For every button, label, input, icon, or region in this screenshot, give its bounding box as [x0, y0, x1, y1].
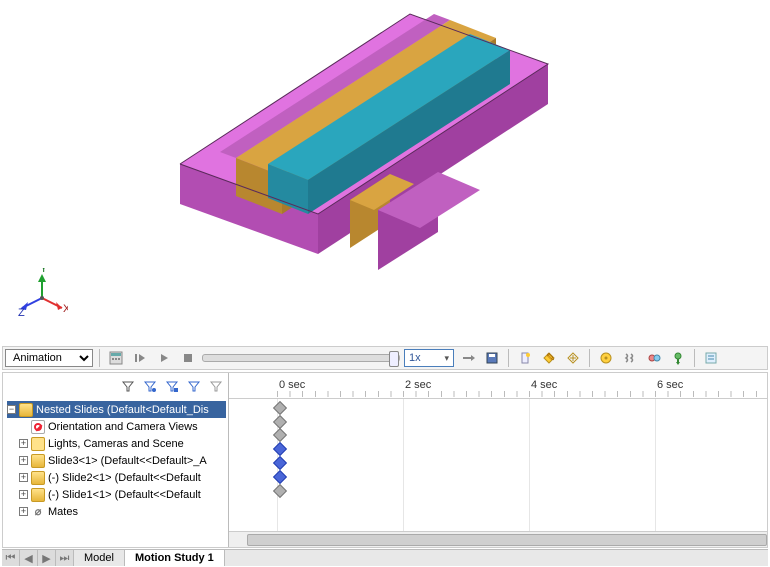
animation-wizard-button[interactable] — [515, 349, 535, 367]
tab-motion-study-1[interactable]: Motion Study 1 — [125, 550, 225, 566]
view-orientation-triad: X Y Z — [18, 268, 68, 321]
expand-icon[interactable]: + — [19, 456, 28, 465]
autokey-button[interactable]: ✎ — [539, 349, 559, 367]
expand-icon[interactable]: + — [19, 473, 28, 482]
assembly-icon — [19, 403, 33, 417]
ruler-tick-label: 2 sec — [405, 379, 431, 391]
calculate-button[interactable] — [106, 349, 126, 367]
time-slider[interactable] — [202, 354, 400, 362]
playback-speed-select[interactable]: 1x — [404, 349, 454, 367]
tree-label: Mates — [48, 506, 226, 518]
tree-lights-cameras[interactable]: + Lights, Cameras and Scene — [7, 435, 226, 452]
tree-slide3[interactable]: + Slide3<1> (Default<<Default>_A — [7, 452, 226, 469]
motion-feature-tree[interactable]: − Nested Slides (Default<Default_Dis Ori… — [3, 399, 228, 547]
keyframe-icon[interactable] — [273, 456, 287, 470]
spring-button[interactable] — [620, 349, 640, 367]
timeline-scrollbar[interactable] — [229, 531, 767, 547]
filter-icon[interactable] — [119, 377, 137, 395]
ruler-tick-label: 0 sec — [279, 379, 305, 391]
motion-toolbar: Animation 1x ✎ — [2, 346, 768, 370]
expand-icon[interactable]: + — [19, 507, 28, 516]
play-from-start-button[interactable] — [130, 349, 150, 367]
filter-animated-icon[interactable] — [141, 377, 159, 395]
motor-button[interactable] — [596, 349, 616, 367]
svg-text:Z: Z — [18, 307, 25, 318]
tree-orientation-views[interactable]: Orientation and Camera Views — [7, 418, 226, 435]
time-ruler[interactable]: 0 sec 2 sec 4 sec 6 sec — [229, 373, 767, 399]
tree-slide1[interactable]: + (-) Slide1<1> (Default<<Default — [7, 486, 226, 503]
save-animation-button[interactable] — [482, 349, 502, 367]
expand-icon[interactable]: + — [19, 439, 28, 448]
part-icon — [31, 488, 45, 502]
model-3d-view[interactable] — [150, 4, 570, 284]
svg-text:✎: ✎ — [546, 352, 555, 364]
svg-text:Y: Y — [40, 268, 48, 275]
keyframe-icon[interactable] — [273, 415, 287, 429]
keyframe-icon[interactable] — [273, 428, 287, 442]
playback-mode-button[interactable] — [458, 349, 478, 367]
gravity-button[interactable] — [668, 349, 688, 367]
ruler-tick-label: 6 sec — [657, 379, 683, 391]
collapse-icon[interactable]: − — [7, 405, 16, 414]
tab-nav-first[interactable]: ⏮ — [2, 550, 20, 566]
tree-label: Orientation and Camera Views — [48, 421, 226, 433]
no-symbol-icon — [31, 420, 45, 434]
tree-mates[interactable]: + ⌀ Mates — [7, 503, 226, 520]
filter-results-icon[interactable] — [207, 377, 225, 395]
expand-icon[interactable]: + — [19, 490, 28, 499]
tree-slide2[interactable]: + (-) Slide2<1> (Default<<Default — [7, 469, 226, 486]
study-type-select[interactable]: Animation — [5, 349, 93, 367]
motion-study-properties-button[interactable] — [701, 349, 721, 367]
lights-icon — [31, 437, 45, 451]
keyframe-icon[interactable] — [273, 442, 287, 456]
tree-filter-bar — [3, 373, 228, 399]
keyframe-icon[interactable] — [273, 470, 287, 484]
mates-icon: ⌀ — [31, 505, 45, 519]
play-button[interactable] — [154, 349, 174, 367]
add-keypoint-button[interactable] — [563, 349, 583, 367]
keyframe-icon[interactable] — [273, 401, 287, 415]
tree-label: Lights, Cameras and Scene — [48, 438, 226, 450]
tab-model[interactable]: Model — [74, 550, 125, 566]
ruler-tick-label: 4 sec — [531, 379, 557, 391]
tree-root-assembly[interactable]: − Nested Slides (Default<Default_Dis — [7, 401, 226, 418]
keyframe-column[interactable] — [275, 399, 287, 499]
timeline-tracks[interactable] — [229, 399, 767, 531]
part-icon — [31, 454, 45, 468]
filter-selected-icon[interactable] — [185, 377, 203, 395]
tree-label: Nested Slides (Default<Default_Dis — [36, 404, 226, 416]
svg-text:X: X — [63, 303, 68, 315]
part-icon — [31, 471, 45, 485]
bottom-tab-bar: ⏮ ◀ ▶ ⏭ Model Motion Study 1 — [2, 549, 768, 566]
tab-nav-prev[interactable]: ◀ — [20, 550, 38, 566]
tree-label: Slide3<1> (Default<<Default>_A — [48, 455, 226, 467]
contact-button[interactable] — [644, 349, 664, 367]
stop-button[interactable] — [178, 349, 198, 367]
keyframe-icon[interactable] — [273, 484, 287, 498]
tab-nav-last[interactable]: ⏭ — [56, 550, 74, 566]
tab-nav-next[interactable]: ▶ — [38, 550, 56, 566]
timeline-panel[interactable]: 0 sec 2 sec 4 sec 6 sec — [229, 373, 767, 547]
tree-label: (-) Slide2<1> (Default<<Default — [48, 472, 226, 484]
tree-label: (-) Slide1<1> (Default<<Default — [48, 489, 226, 501]
filter-driving-icon[interactable] — [163, 377, 181, 395]
